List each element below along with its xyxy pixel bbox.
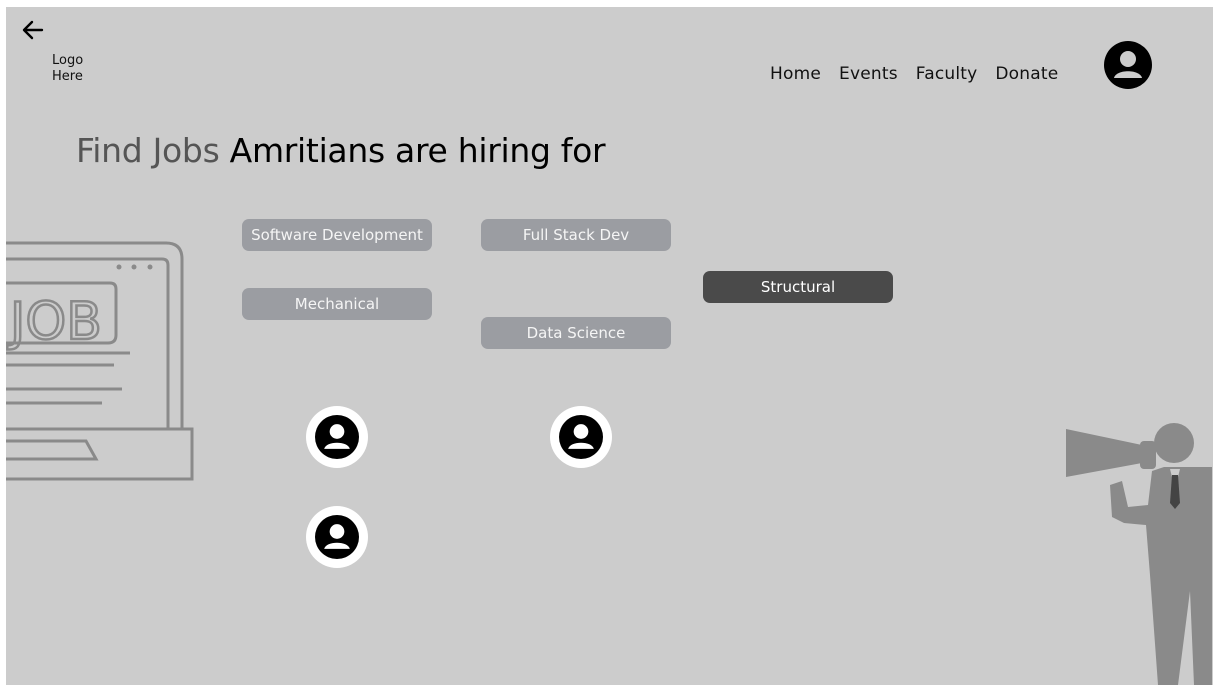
job-text: JOB [7, 292, 102, 352]
logo-text-line2: Here [52, 69, 83, 84]
back-arrow-icon[interactable] [20, 17, 46, 43]
headline-muted: Find Jobs [76, 131, 220, 170]
main-nav: Home Events Faculty Donate [770, 64, 1058, 84]
user-icon [315, 415, 359, 459]
alumni-avatar[interactable] [306, 406, 368, 468]
chip-software-development[interactable]: Software Development [242, 219, 432, 251]
megaphone-man-illustration [1066, 423, 1212, 685]
logo[interactable]: Logo Here [52, 53, 83, 85]
alumni-avatar[interactable] [306, 506, 368, 568]
job-laptop-illustration: JOB [6, 241, 194, 481]
chip-full-stack-dev[interactable]: Full Stack Dev [481, 219, 671, 251]
page-canvas: Logo Here Home Events Faculty Donate Fin… [6, 7, 1213, 685]
alumni-avatar[interactable] [550, 406, 612, 468]
chip-structural[interactable]: Structural [703, 271, 893, 303]
user-icon [559, 415, 603, 459]
nav-donate[interactable]: Donate [995, 64, 1058, 84]
headline-strong: Amritians are hiring for [229, 131, 606, 170]
chip-data-science[interactable]: Data Science [481, 317, 671, 349]
user-icon [315, 515, 359, 559]
nav-events[interactable]: Events [839, 64, 898, 84]
nav-faculty[interactable]: Faculty [916, 64, 978, 84]
nav-home[interactable]: Home [770, 64, 821, 84]
logo-text-line1: Logo [52, 53, 84, 68]
profile-user-icon[interactable] [1104, 41, 1152, 89]
page-headline: Find Jobs Amritians are hiring for [76, 131, 606, 170]
chip-mechanical[interactable]: Mechanical [242, 288, 432, 320]
